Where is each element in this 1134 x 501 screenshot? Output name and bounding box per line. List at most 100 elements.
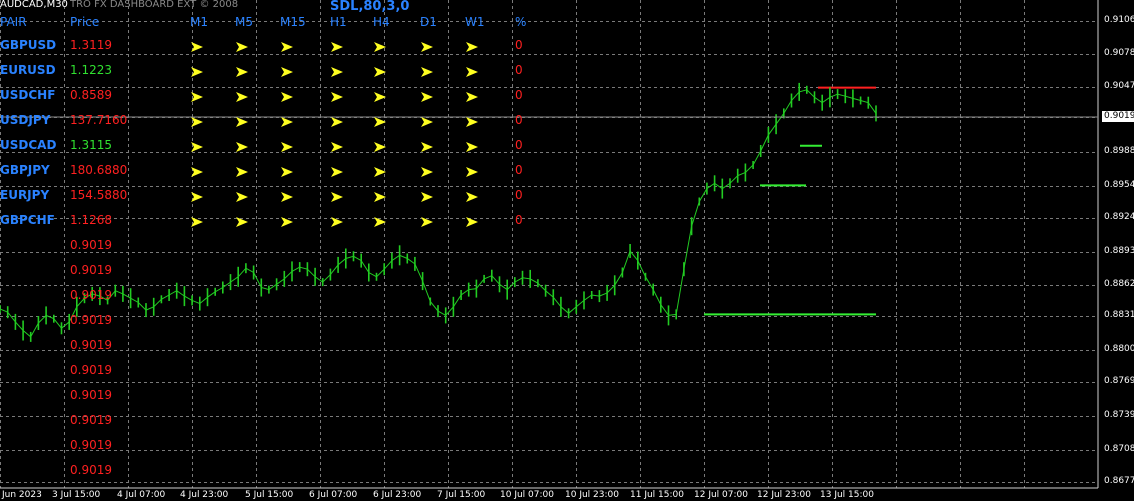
header-percent: % [515, 15, 527, 29]
yellow-arrow-right-icon [281, 92, 293, 102]
x-tick-label: 11 Jul 15:00 [630, 490, 684, 500]
pair-price: 1.3115 [70, 138, 112, 152]
yellow-arrow-right-icon [236, 167, 248, 177]
price-series [0, 82, 877, 342]
header-d1: D1 [420, 15, 437, 29]
yellow-arrow-right-icon [331, 117, 343, 127]
pair-label: GBPJPY [0, 163, 50, 177]
yellow-arrow-right-icon [281, 217, 293, 227]
yellow-arrow-right-icon [331, 92, 343, 102]
x-tick-label: 13 Jul 15:00 [820, 490, 874, 500]
indicator-watermark: TRO FX DASHBOARD EXT © 2008 [70, 0, 239, 10]
yellow-arrow-right-icon [421, 117, 433, 127]
y-tick-label: 0.8924 [1104, 212, 1134, 222]
yellow-arrow-right-icon [374, 117, 386, 127]
yellow-arrow-right-icon [374, 167, 386, 177]
pair-label: USDCHF [0, 88, 56, 102]
x-tick-label: 6 Jul 23:00 [373, 490, 422, 500]
yellow-arrow-right-icon [331, 142, 343, 152]
price-chart[interactable] [0, 0, 1134, 501]
pair-label: GBPUSD [0, 38, 57, 52]
pair-price: 0.8589 [70, 88, 112, 102]
yellow-arrow-right-icon [236, 217, 248, 227]
current-price-label: 0.9019 [1102, 111, 1134, 122]
pair-percent: 0 [515, 138, 523, 152]
extra-price: 0.9019 [70, 413, 112, 427]
yellow-arrow-right-icon [281, 67, 293, 77]
extra-price: 0.9019 [70, 388, 112, 402]
pair-label: GBPCHF [0, 213, 55, 227]
yellow-arrow-right-icon [421, 217, 433, 227]
y-tick-label: 0.8988 [1104, 146, 1134, 156]
yellow-arrow-right-icon [191, 42, 203, 52]
yellow-arrow-right-icon [236, 67, 248, 77]
x-tick-label: 10 Jul 07:00 [500, 490, 554, 500]
yellow-arrow-right-icon [236, 92, 248, 102]
y-tick-label: 0.8831 [1104, 310, 1134, 320]
y-tick-label: 0.8862 [1104, 279, 1134, 289]
yellow-arrow-right-icon [191, 142, 203, 152]
yellow-arrow-right-icon [374, 142, 386, 152]
y-tick-label: 0.8677 [1104, 476, 1134, 486]
pair-percent: 0 [515, 113, 523, 127]
chart-grid [0, 0, 1098, 488]
yellow-arrow-right-icon [421, 67, 433, 77]
yellow-arrow-right-icon [466, 217, 478, 227]
indicator-title: SDL,80,3,0 [330, 0, 410, 14]
pair-percent: 0 [515, 213, 523, 227]
yellow-arrow-right-icon [331, 167, 343, 177]
pair-price: 137.7160 [70, 113, 128, 127]
yellow-arrow-right-icon [331, 42, 343, 52]
extra-price: 0.9019 [70, 363, 112, 377]
y-tick-label: 0.8769 [1104, 376, 1134, 386]
yellow-arrow-right-icon [331, 67, 343, 77]
header-pair: PAIR [0, 15, 27, 29]
x-tick-label: 12 Jul 07:00 [694, 490, 748, 500]
x-tick-label: 12 Jul 23:00 [757, 490, 811, 500]
x-tick-label: 3 Jul 15:00 [52, 490, 101, 500]
y-tick-label: 0.8893 [1104, 246, 1134, 256]
yellow-arrow-right-icon [281, 167, 293, 177]
extra-price: 0.9019 [70, 313, 112, 327]
x-tick-label: 10 Jul 23:00 [565, 490, 619, 500]
pair-price: 180.6880 [70, 163, 128, 177]
yellow-arrow-right-icon [281, 142, 293, 152]
y-tick-label: 0.9047 [1104, 81, 1134, 91]
x-tick-label: 7 Jul 15:00 [437, 490, 486, 500]
x-tick-label: 5 Jul 15:00 [245, 490, 294, 500]
yellow-arrow-right-icon [281, 42, 293, 52]
y-tick-label: 0.9078 [1104, 48, 1134, 58]
yellow-arrow-right-icon [281, 192, 293, 202]
yellow-arrow-right-icon [421, 92, 433, 102]
yellow-arrow-right-icon [331, 192, 343, 202]
header-h4: H4 [373, 15, 390, 29]
yellow-arrow-right-icon [191, 167, 203, 177]
yellow-arrow-right-icon [466, 167, 478, 177]
header-price: Price [70, 15, 100, 29]
extra-price: 0.9019 [70, 288, 112, 302]
pair-price: 1.1268 [70, 213, 112, 227]
y-tick-label: 0.8800 [1104, 344, 1134, 354]
pair-price: 1.1223 [70, 63, 112, 77]
x-tick-label: 4 Jul 07:00 [117, 490, 166, 500]
yellow-arrow-right-icon [466, 42, 478, 52]
yellow-arrow-right-icon [281, 117, 293, 127]
y-tick-label: 0.8954 [1104, 180, 1134, 190]
yellow-arrow-right-icon [191, 67, 203, 77]
header-w1: W1 [465, 15, 485, 29]
pair-label: EURUSD [0, 63, 56, 77]
extra-price: 0.9019 [70, 438, 112, 452]
pair-percent: 0 [515, 63, 523, 77]
yellow-arrow-right-icon [236, 42, 248, 52]
yellow-arrow-right-icon [466, 67, 478, 77]
pair-percent: 0 [515, 188, 523, 202]
yellow-arrow-right-icon [236, 192, 248, 202]
yellow-arrow-right-icon [374, 217, 386, 227]
extra-price: 0.9019 [70, 463, 112, 477]
yellow-arrow-right-icon [374, 67, 386, 77]
extra-price: 0.9019 [70, 238, 112, 252]
pair-price: 1.3119 [70, 38, 112, 52]
header-h1: H1 [330, 15, 347, 29]
pair-label: EURJPY [0, 188, 50, 202]
pair-percent: 0 [515, 38, 523, 52]
